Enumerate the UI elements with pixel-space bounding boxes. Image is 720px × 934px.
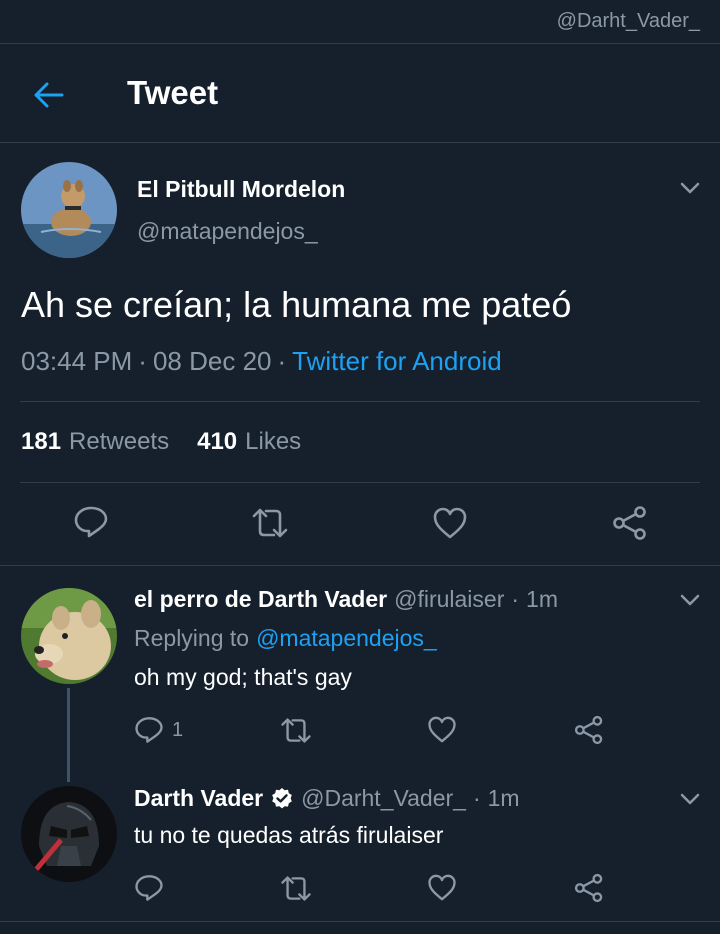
replying-to-line: Replying to @matapendejos_ bbox=[134, 625, 437, 652]
likes-label[interactable]: Likes bbox=[245, 428, 301, 456]
stats-bottom-divider bbox=[20, 482, 700, 483]
reply-count: 1 bbox=[172, 718, 184, 741]
reply-text: tu no te quedas atrás firulaiser bbox=[134, 822, 444, 848]
retweets-label[interactable]: Retweets bbox=[69, 428, 169, 456]
tweet-stats: 181 Retweets 410 Likes bbox=[21, 428, 301, 456]
reply-icon bbox=[135, 717, 163, 743]
reply-author-handle[interactable]: @firulaiser bbox=[394, 586, 504, 613]
tweet-time: 03:44 PM bbox=[21, 346, 133, 376]
author-handle[interactable]: @matapendejos_ bbox=[137, 218, 318, 245]
reply-menu-button[interactable] bbox=[679, 788, 701, 810]
retweet-icon bbox=[281, 718, 311, 743]
reply-avatar[interactable] bbox=[21, 588, 117, 684]
retweet-icon bbox=[252, 508, 288, 538]
reply-retweet-button[interactable] bbox=[279, 875, 313, 902]
reply-separator: · bbox=[511, 586, 520, 612]
reply-reply-button[interactable] bbox=[134, 873, 172, 903]
bottom-divider bbox=[0, 921, 720, 922]
meta-separator: · bbox=[138, 346, 147, 376]
reply-author-name[interactable]: Darth Vader bbox=[134, 785, 263, 812]
share-button[interactable] bbox=[612, 505, 648, 541]
tweet-source-link[interactable]: Twitter for Android bbox=[292, 346, 502, 377]
reply-header: el perro de Darth Vader @firulaiser · 1m bbox=[134, 586, 558, 613]
likes-count[interactable]: 410 bbox=[197, 428, 237, 456]
replying-to-link[interactable]: @matapendejos_ bbox=[256, 625, 437, 652]
share-icon bbox=[613, 506, 646, 540]
like-icon bbox=[433, 507, 467, 539]
retweets-count[interactable]: 181 bbox=[21, 428, 61, 456]
tweet-text: Ah se creían; la humana me pateó bbox=[21, 284, 572, 325]
reply-author-name[interactable]: el perro de Darth Vader bbox=[134, 586, 387, 613]
reply-like-button[interactable] bbox=[427, 716, 457, 743]
like-button[interactable] bbox=[432, 507, 468, 539]
share-icon bbox=[574, 873, 603, 903]
verified-badge-icon bbox=[272, 787, 292, 808]
replying-to-label: Replying to bbox=[134, 625, 250, 651]
reply-author-handle[interactable]: @Darht_Vader_ bbox=[301, 785, 466, 812]
reply-header: Darth Vader @Darht_Vader_ · 1m bbox=[134, 785, 520, 812]
reply-time: 1m bbox=[526, 586, 558, 612]
page-title: Tweet bbox=[127, 74, 219, 111]
reply-text: oh my god; that's gay bbox=[134, 664, 352, 690]
retweet-button[interactable] bbox=[250, 507, 290, 539]
reply-reply-button[interactable]: 1 bbox=[134, 715, 183, 745]
share-icon bbox=[574, 715, 603, 745]
reply-time: 1m bbox=[487, 785, 520, 811]
reply-button[interactable] bbox=[73, 505, 109, 539]
author-avatar[interactable] bbox=[21, 162, 117, 258]
watermark: @Darht_Vader_ bbox=[556, 10, 700, 32]
reply-menu-button[interactable] bbox=[679, 589, 701, 611]
back-button[interactable] bbox=[32, 78, 66, 112]
thread-line bbox=[67, 688, 70, 782]
chevron-down-icon bbox=[680, 182, 700, 194]
like-icon bbox=[428, 874, 456, 901]
reply-avatar[interactable] bbox=[21, 786, 117, 882]
tweet-meta: 03:44 PM · 08 Dec 20 · Twitter for Andro… bbox=[21, 346, 502, 377]
reply-retweet-button[interactable] bbox=[279, 717, 313, 744]
top-divider bbox=[0, 43, 720, 44]
header-divider bbox=[0, 142, 720, 143]
chevron-down-icon bbox=[680, 594, 700, 606]
author-name[interactable]: El Pitbull Mordelon bbox=[137, 176, 345, 203]
tweet-menu-button[interactable] bbox=[679, 177, 701, 199]
chevron-down-icon bbox=[680, 793, 700, 805]
reply-separator: · bbox=[472, 785, 481, 811]
like-icon bbox=[428, 716, 456, 743]
reply-icon bbox=[74, 506, 108, 538]
reply-share-button[interactable] bbox=[574, 873, 604, 903]
stats-top-divider bbox=[20, 401, 700, 402]
reply-like-button[interactable] bbox=[427, 874, 457, 901]
retweet-icon bbox=[281, 876, 311, 901]
tweet-date: 08 Dec 20 bbox=[152, 346, 272, 376]
action-bar-divider bbox=[0, 565, 720, 566]
reply-icon bbox=[135, 875, 163, 901]
back-arrow-icon bbox=[34, 82, 64, 108]
meta-separator: · bbox=[277, 346, 287, 376]
reply-share-button[interactable] bbox=[574, 715, 604, 745]
